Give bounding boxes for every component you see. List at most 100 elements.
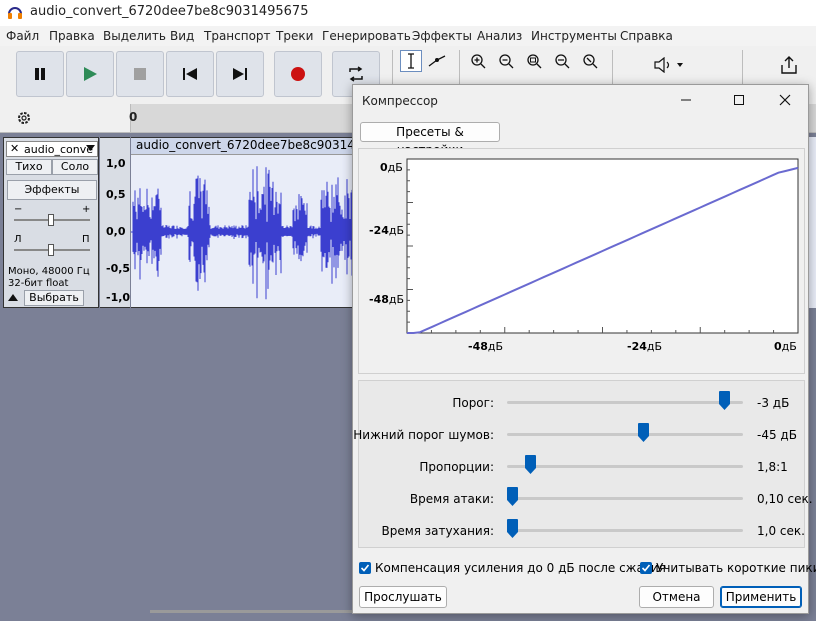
select-track-button[interactable]: Выбрать — [24, 290, 84, 306]
menu-tracks[interactable]: Треки — [276, 29, 313, 43]
compression-curve — [406, 158, 799, 334]
gear-icon[interactable] — [16, 110, 32, 126]
menu-view[interactable]: Вид — [170, 29, 194, 43]
menu-transport[interactable]: Транспорт — [204, 29, 271, 43]
compression-curve-panel: 0дБ -24дБ -48дБ -48дБ -24дБ 0дБ — [358, 148, 805, 374]
threshold-slider-thumb[interactable] — [718, 391, 730, 410]
noise-floor-value: -45 дБ — [757, 428, 797, 442]
ruler-start-label: 0 — [129, 110, 138, 124]
scale-tick: 1,0 — [106, 157, 126, 170]
fit-selection-tool[interactable] — [523, 50, 545, 72]
ratio-value: 1,8:1 — [757, 460, 788, 474]
preview-button[interactable]: Прослушать — [359, 586, 447, 608]
short-peaks-label: Учитывать короткие пики — [656, 561, 816, 575]
apply-button[interactable]: Применить — [720, 586, 802, 608]
makeup-gain-checkbox[interactable]: Компенсация усиления до 0 дБ после сжати… — [359, 561, 666, 575]
skip-start-button[interactable] — [166, 51, 214, 97]
threshold-value: -3 дБ — [757, 396, 790, 410]
cancel-button[interactable]: Отмена — [639, 586, 714, 608]
zoom-fit-icon — [555, 54, 570, 69]
release-time-slider-thumb[interactable] — [507, 519, 518, 538]
ruler-corner — [0, 104, 131, 132]
selection-tool[interactable] — [400, 50, 422, 72]
pan-right-label: П — [82, 234, 90, 245]
record-button[interactable] — [274, 51, 322, 97]
track-name-bar[interactable]: ✕ audio_conve — [6, 141, 98, 157]
speaker-icon — [654, 57, 683, 73]
record-icon — [291, 67, 305, 81]
zoom-in-tool[interactable] — [467, 50, 489, 72]
menu-edit[interactable]: Правка — [49, 29, 95, 43]
scale-tick: -1,0 — [106, 291, 131, 304]
close-track-icon[interactable]: ✕ — [10, 142, 19, 155]
menu-generate[interactable]: Генерировать — [322, 29, 411, 43]
track-control-panel: ✕ audio_conve Тихо Соло Эффекты − + Л П … — [3, 137, 99, 308]
pan-slider-thumb[interactable] — [48, 244, 54, 256]
close-icon — [779, 94, 791, 106]
attack-time-slider-thumb[interactable] — [507, 487, 518, 506]
noise-floor-slider-thumb[interactable] — [637, 423, 649, 442]
gain-slider-thumb[interactable] — [48, 214, 54, 226]
noise-floor-slider[interactable] — [507, 433, 743, 436]
track-menu-chevron-icon[interactable] — [86, 145, 95, 152]
menu-analyze[interactable]: Анализ — [477, 29, 522, 43]
threshold-slider[interactable] — [507, 401, 743, 404]
share-button[interactable] — [776, 52, 802, 78]
fit-project-tool[interactable] — [551, 50, 573, 72]
zoom-out-tool[interactable] — [495, 50, 517, 72]
play-button[interactable] — [66, 51, 114, 97]
zoom-toggle-icon — [583, 54, 598, 69]
skip-end-icon — [233, 68, 247, 80]
pause-button[interactable] — [16, 51, 64, 97]
ratio-slider-thumb[interactable] — [525, 455, 536, 474]
checkbox-checked-icon — [359, 562, 371, 574]
envelope-tool[interactable] — [426, 50, 448, 72]
release-time-label: Время затухания: — [381, 524, 494, 538]
audio-setup-button[interactable] — [650, 54, 686, 76]
close-button[interactable] — [772, 89, 798, 111]
effects-button[interactable]: Эффекты — [7, 180, 97, 200]
ratio-slider[interactable] — [507, 465, 743, 468]
maximize-icon — [734, 95, 744, 105]
app-titlebar: audio_convert_6720dee7be8c9031495675 — [0, 0, 816, 26]
loop-icon — [349, 66, 363, 82]
noise-floor-label: Нижний порог шумов: — [353, 428, 494, 442]
solo-button[interactable]: Соло — [52, 159, 98, 175]
menu-file[interactable]: Файл — [6, 29, 39, 43]
short-peaks-checkbox[interactable]: Учитывать короткие пики — [640, 561, 816, 575]
menu-effects[interactable]: Эффекты — [412, 29, 472, 43]
collapse-track-icon[interactable] — [8, 293, 18, 301]
menubar: Файл Правка Выделить Вид Транспорт Треки… — [0, 26, 816, 46]
menu-tools[interactable]: Инструменты — [531, 29, 617, 43]
menu-help[interactable]: Справка — [620, 29, 673, 43]
skip-start-icon — [183, 68, 197, 80]
skip-end-button[interactable] — [216, 51, 264, 97]
clip-title[interactable]: audio_convert_6720dee7be8c90314956 — [131, 138, 356, 155]
attack-time-value: 0,10 сек. — [757, 492, 813, 506]
stop-button[interactable] — [116, 51, 164, 97]
amplitude-scale: 1,0 0,5 0,0 -0,5 -1,0 — [100, 137, 130, 308]
window-title: audio_convert_6720dee7be8c9031495675 — [30, 4, 309, 19]
maximize-button[interactable] — [726, 89, 752, 111]
pause-icon — [35, 68, 45, 80]
horizontal-scrollbar[interactable] — [150, 610, 360, 613]
checkbox-checked-icon — [640, 562, 652, 574]
compressor-dialog: Компрессор Пресеты & настройки 0дБ -24дБ… — [352, 84, 816, 614]
release-time-slider[interactable] — [507, 529, 743, 532]
mute-button[interactable]: Тихо — [6, 159, 52, 175]
makeup-gain-label: Компенсация усиления до 0 дБ после сжати… — [375, 561, 666, 575]
waveform-clip[interactable]: audio_convert_6720dee7be8c90314956 — [131, 137, 356, 308]
scale-tick: 0,0 — [106, 225, 126, 238]
minimize-icon — [681, 99, 691, 101]
zoom-toggle-tool[interactable] — [579, 50, 601, 72]
presets-settings-button[interactable]: Пресеты & настройки — [360, 122, 500, 157]
menu-select[interactable]: Выделить — [103, 29, 166, 43]
attack-time-slider[interactable] — [507, 497, 743, 500]
play-icon — [84, 67, 97, 81]
threshold-label: Порог: — [452, 396, 494, 410]
scale-tick: 0,5 — [106, 188, 126, 201]
gain-max-label: + — [82, 204, 91, 215]
share-icon — [781, 56, 797, 74]
minimize-button[interactable] — [673, 89, 699, 111]
waveform — [131, 166, 356, 300]
